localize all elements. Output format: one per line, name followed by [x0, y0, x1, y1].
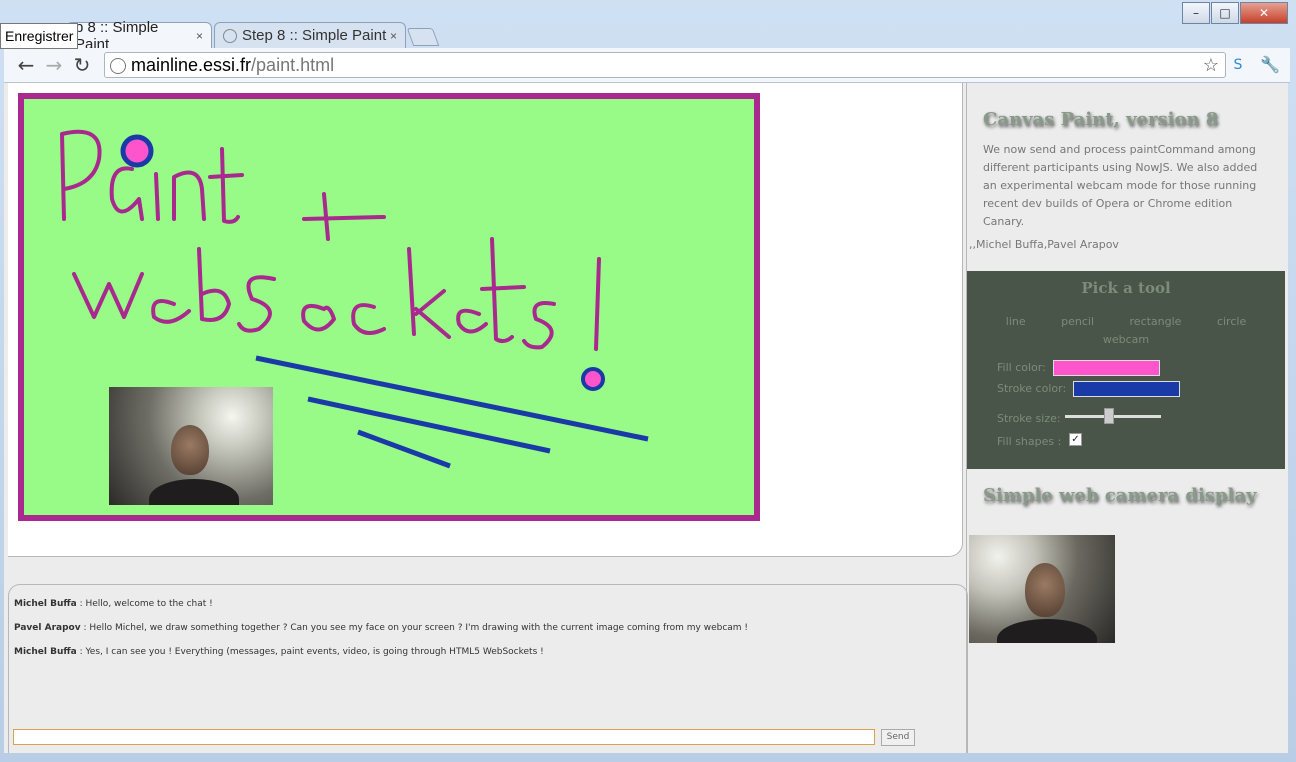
url-host: mainline.essi.fr: [131, 55, 252, 75]
page-content: Michel Buffa : Hello, welcome to the cha…: [4, 83, 1288, 753]
url-path: /paint.html: [251, 55, 335, 75]
close-tab-icon[interactable]: ×: [390, 29, 397, 43]
chat-panel: Michel Buffa : Hello, welcome to the cha…: [8, 584, 968, 753]
fill-color-label: Fill color:: [997, 361, 1046, 374]
url-text: mainline.essi.fr/paint.html: [131, 53, 334, 77]
tab-simple-paint[interactable]: Step 8 :: Simple Paint ×: [214, 22, 406, 48]
reload-icon[interactable]: ↻: [70, 53, 94, 77]
close-window-button[interactable]: ✕: [1240, 2, 1288, 24]
tab-simple-paint-active[interactable]: p 8 :: Simple Paint ×: [66, 19, 212, 53]
tool-webcam[interactable]: webcam: [1103, 331, 1149, 349]
back-icon[interactable]: ←: [14, 53, 38, 77]
stroke-size-slider-thumb[interactable]: [1104, 408, 1115, 424]
chat-author: Pavel Arapov: [14, 623, 81, 633]
globe-icon: [223, 28, 237, 43]
tooltip: Enregistrer: [0, 23, 79, 49]
bookmark-star-icon[interactable]: ☆: [1203, 53, 1219, 77]
globe-icon: [110, 58, 126, 74]
forward-icon[interactable]: →: [42, 53, 66, 77]
webcam-snapshot: [109, 387, 273, 505]
tool-list: line pencil rectangle circle webcam: [967, 313, 1285, 349]
fill-color-picker[interactable]: [1053, 360, 1160, 376]
tool-rectangle[interactable]: rectangle: [1130, 313, 1182, 331]
sidebar: Canvas Paint, version 8 We now send and …: [966, 83, 1288, 753]
new-tab-button[interactable]: [406, 28, 440, 46]
wrench-icon[interactable]: 🔧: [1258, 53, 1282, 77]
sidebar-title: Canvas Paint, version 8: [983, 109, 1219, 130]
chat-author: Michel Buffa: [14, 647, 77, 657]
address-bar[interactable]: mainline.essi.fr/paint.html ☆: [104, 52, 1226, 78]
line-shape: [357, 429, 451, 469]
browser-window: – □ ✕ Enregistrer p 8 :: Simple Paint × …: [0, 0, 1296, 762]
fill-shapes-label: Fill shapes :: [997, 435, 1062, 448]
toolbox-title: Pick a tool: [1081, 279, 1171, 297]
toolbox: Pick a tool line pencil rectangle circle…: [967, 271, 1285, 469]
chat-text: : Hello Michel, we draw something togeth…: [80, 623, 749, 633]
shoulders: [997, 619, 1097, 643]
stroke-size-label: Stroke size:: [997, 412, 1061, 425]
chat-author: Michel Buffa: [14, 599, 77, 609]
camera-title: Simple web camera display: [983, 485, 1257, 506]
tool-pencil[interactable]: pencil: [1061, 313, 1094, 331]
stroke-color-picker[interactable]: [1073, 381, 1180, 397]
face: [171, 425, 209, 475]
chat-message: Michel Buffa : Hello, welcome to the cha…: [14, 599, 213, 609]
chat-text: : Hello, welcome to the chat !: [76, 599, 213, 609]
face: [1025, 563, 1065, 617]
skype-icon[interactable]: S: [1226, 53, 1250, 77]
maximize-button[interactable]: □: [1211, 2, 1239, 24]
sidebar-description: We now send and process paintCommand amo…: [983, 143, 1258, 228]
close-tab-icon[interactable]: ×: [196, 29, 203, 43]
canvas-area: [8, 83, 963, 557]
minimize-button[interactable]: –: [1182, 2, 1210, 24]
send-button[interactable]: Send: [881, 729, 915, 746]
circle-shape: [120, 134, 154, 168]
line-shape: [307, 396, 551, 454]
window-controls: – □ ✕: [1181, 2, 1288, 24]
stroke-color-label: Stroke color:: [997, 382, 1067, 395]
webcam-display: [969, 535, 1115, 643]
shoulders: [149, 479, 239, 505]
browser-toolbar: ← → ↻ mainline.essi.fr/paint.html ☆ S 🔧: [4, 48, 1290, 83]
chat-message: Pavel Arapov : Hello Michel, we draw som…: [14, 623, 748, 633]
tool-circle[interactable]: circle: [1217, 313, 1246, 331]
tab-label: Step 8 :: Simple Paint: [242, 27, 387, 44]
authors: ,,Michel Buffa,Pavel Arapov: [969, 238, 1119, 251]
tool-line[interactable]: line: [1006, 313, 1026, 331]
chat-text: : Yes, I can see you ! Everything (messa…: [76, 647, 544, 657]
circle-shape: [581, 367, 605, 391]
chat-message: Michel Buffa : Yes, I can see you ! Ever…: [14, 647, 544, 657]
fill-shapes-checkbox[interactable]: ✓: [1069, 433, 1082, 446]
chat-input[interactable]: [13, 729, 875, 745]
paint-canvas[interactable]: [18, 93, 760, 521]
